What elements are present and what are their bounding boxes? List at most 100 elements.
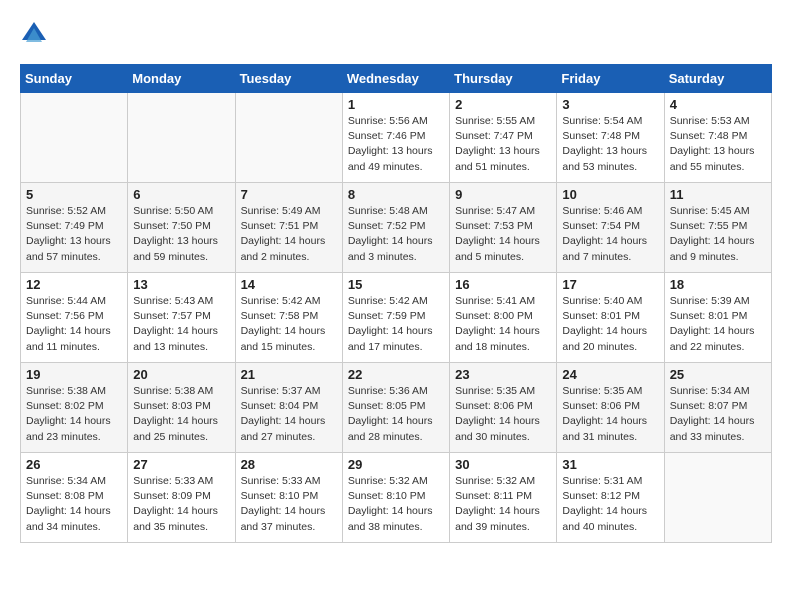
calendar-week-row: 12 Sunrise: 5:44 AMSunset: 7:56 PMDayligh… xyxy=(21,273,772,363)
calendar-day-cell: 25 Sunrise: 5:34 AMSunset: 8:07 PMDayligh… xyxy=(664,363,771,453)
day-number: 9 xyxy=(455,187,551,202)
calendar-day-cell: 6 Sunrise: 5:50 AMSunset: 7:50 PMDaylight… xyxy=(128,183,235,273)
calendar-day-cell: 17 Sunrise: 5:40 AMSunset: 8:01 PMDayligh… xyxy=(557,273,664,363)
day-number: 4 xyxy=(670,97,766,112)
day-number: 13 xyxy=(133,277,229,292)
day-number: 24 xyxy=(562,367,658,382)
day-number: 7 xyxy=(241,187,337,202)
day-number: 1 xyxy=(348,97,444,112)
calendar-day-cell: 10 Sunrise: 5:46 AMSunset: 7:54 PMDayligh… xyxy=(557,183,664,273)
day-number: 18 xyxy=(670,277,766,292)
logo xyxy=(20,20,52,48)
day-number: 10 xyxy=(562,187,658,202)
calendar-day-cell: 9 Sunrise: 5:47 AMSunset: 7:53 PMDaylight… xyxy=(450,183,557,273)
calendar-day-cell: 21Sunrise: 5:37 AMSunset: 8:04 PMDayligh… xyxy=(235,363,342,453)
day-info: Sunrise: 5:38 AMSunset: 8:03 PMDaylight:… xyxy=(133,384,229,445)
calendar-day-cell xyxy=(128,93,235,183)
calendar-day-cell xyxy=(21,93,128,183)
day-info: Sunrise: 5:52 AMSunset: 7:49 PMDaylight:… xyxy=(26,204,122,265)
calendar-day-cell: 19 Sunrise: 5:38 AMSunset: 8:02 PMDayligh… xyxy=(21,363,128,453)
day-info: Sunrise: 5:34 AMSunset: 8:07 PMDaylight:… xyxy=(670,384,766,445)
calendar-day-cell: 29Sunrise: 5:32 AMSunset: 8:10 PMDayligh… xyxy=(342,453,449,543)
calendar-day-cell: 14Sunrise: 5:42 AMSunset: 7:58 PMDayligh… xyxy=(235,273,342,363)
calendar-day-cell xyxy=(664,453,771,543)
day-header-friday: Friday xyxy=(557,65,664,93)
day-number: 20 xyxy=(133,367,229,382)
calendar-day-cell: 16 Sunrise: 5:41 AMSunset: 8:00 PMDayligh… xyxy=(450,273,557,363)
calendar-day-cell: 18 Sunrise: 5:39 AMSunset: 8:01 PMDayligh… xyxy=(664,273,771,363)
day-info: Sunrise: 5:41 AMSunset: 8:00 PMDaylight:… xyxy=(455,294,551,355)
day-number: 12 xyxy=(26,277,122,292)
day-number: 26 xyxy=(26,457,122,472)
calendar-day-cell: 15Sunrise: 5:42 AMSunset: 7:59 PMDayligh… xyxy=(342,273,449,363)
day-header-sunday: Sunday xyxy=(21,65,128,93)
day-info: Sunrise: 5:36 AMSunset: 8:05 PMDaylight:… xyxy=(348,384,444,445)
logo-icon xyxy=(20,20,48,48)
day-header-tuesday: Tuesday xyxy=(235,65,342,93)
day-number: 15 xyxy=(348,277,444,292)
calendar-day-cell: 1 Sunrise: 5:56 AMSunset: 7:46 PMDaylight… xyxy=(342,93,449,183)
day-info: Sunrise: 5:32 AMSunset: 8:10 PMDaylight:… xyxy=(348,474,444,535)
calendar-day-cell: 8 Sunrise: 5:48 AMSunset: 7:52 PMDaylight… xyxy=(342,183,449,273)
day-info: Sunrise: 5:47 AMSunset: 7:53 PMDaylight:… xyxy=(455,204,551,265)
calendar-day-cell: 4 Sunrise: 5:53 AMSunset: 7:48 PMDaylight… xyxy=(664,93,771,183)
day-info: Sunrise: 5:38 AMSunset: 8:02 PMDaylight:… xyxy=(26,384,122,445)
calendar-header-row: SundayMondayTuesdayWednesdayThursdayFrid… xyxy=(21,65,772,93)
day-info: Sunrise: 5:33 AMSunset: 8:10 PMDaylight:… xyxy=(241,474,337,535)
calendar-day-cell: 24 Sunrise: 5:35 AMSunset: 8:06 PMDayligh… xyxy=(557,363,664,453)
calendar-week-row: 26 Sunrise: 5:34 AMSunset: 8:08 PMDayligh… xyxy=(21,453,772,543)
day-number: 31 xyxy=(562,457,658,472)
day-info: Sunrise: 5:33 AMSunset: 8:09 PMDaylight:… xyxy=(133,474,229,535)
day-info: Sunrise: 5:56 AMSunset: 7:46 PMDaylight:… xyxy=(348,114,444,175)
day-info: Sunrise: 5:37 AMSunset: 8:04 PMDaylight:… xyxy=(241,384,337,445)
calendar-day-cell: 22 Sunrise: 5:36 AMSunset: 8:05 PMDayligh… xyxy=(342,363,449,453)
day-number: 23 xyxy=(455,367,551,382)
day-info: Sunrise: 5:42 AMSunset: 7:58 PMDaylight:… xyxy=(241,294,337,355)
day-number: 17 xyxy=(562,277,658,292)
day-info: Sunrise: 5:39 AMSunset: 8:01 PMDaylight:… xyxy=(670,294,766,355)
calendar-day-cell: 7 Sunrise: 5:49 AMSunset: 7:51 PMDaylight… xyxy=(235,183,342,273)
calendar-day-cell: 26 Sunrise: 5:34 AMSunset: 8:08 PMDayligh… xyxy=(21,453,128,543)
day-info: Sunrise: 5:49 AMSunset: 7:51 PMDaylight:… xyxy=(241,204,337,265)
day-info: Sunrise: 5:31 AMSunset: 8:12 PMDaylight:… xyxy=(562,474,658,535)
calendar-day-cell: 13 Sunrise: 5:43 AMSunset: 7:57 PMDayligh… xyxy=(128,273,235,363)
calendar-day-cell: 23Sunrise: 5:35 AMSunset: 8:06 PMDayligh… xyxy=(450,363,557,453)
calendar-table: SundayMondayTuesdayWednesdayThursdayFrid… xyxy=(20,64,772,543)
day-number: 22 xyxy=(348,367,444,382)
calendar-day-cell: 12 Sunrise: 5:44 AMSunset: 7:56 PMDayligh… xyxy=(21,273,128,363)
calendar-day-cell: 3Sunrise: 5:54 AMSunset: 7:48 PMDaylight… xyxy=(557,93,664,183)
day-info: Sunrise: 5:34 AMSunset: 8:08 PMDaylight:… xyxy=(26,474,122,535)
day-info: Sunrise: 5:35 AMSunset: 8:06 PMDaylight:… xyxy=(562,384,658,445)
page-header xyxy=(20,20,772,48)
day-info: Sunrise: 5:40 AMSunset: 8:01 PMDaylight:… xyxy=(562,294,658,355)
day-info: Sunrise: 5:55 AMSunset: 7:47 PMDaylight:… xyxy=(455,114,551,175)
day-number: 27 xyxy=(133,457,229,472)
day-header-thursday: Thursday xyxy=(450,65,557,93)
day-number: 8 xyxy=(348,187,444,202)
day-info: Sunrise: 5:53 AMSunset: 7:48 PMDaylight:… xyxy=(670,114,766,175)
day-info: Sunrise: 5:50 AMSunset: 7:50 PMDaylight:… xyxy=(133,204,229,265)
day-number: 19 xyxy=(26,367,122,382)
day-number: 30 xyxy=(455,457,551,472)
day-info: Sunrise: 5:48 AMSunset: 7:52 PMDaylight:… xyxy=(348,204,444,265)
day-info: Sunrise: 5:44 AMSunset: 7:56 PMDaylight:… xyxy=(26,294,122,355)
calendar-day-cell: 20 Sunrise: 5:38 AMSunset: 8:03 PMDayligh… xyxy=(128,363,235,453)
day-info: Sunrise: 5:46 AMSunset: 7:54 PMDaylight:… xyxy=(562,204,658,265)
day-number: 3 xyxy=(562,97,658,112)
day-number: 25 xyxy=(670,367,766,382)
day-header-monday: Monday xyxy=(128,65,235,93)
calendar-day-cell: 28 Sunrise: 5:33 AMSunset: 8:10 PMDayligh… xyxy=(235,453,342,543)
calendar-day-cell: 2Sunrise: 5:55 AMSunset: 7:47 PMDaylight… xyxy=(450,93,557,183)
day-number: 5 xyxy=(26,187,122,202)
calendar-week-row: 1 Sunrise: 5:56 AMSunset: 7:46 PMDaylight… xyxy=(21,93,772,183)
day-info: Sunrise: 5:32 AMSunset: 8:11 PMDaylight:… xyxy=(455,474,551,535)
day-number: 6 xyxy=(133,187,229,202)
calendar-day-cell: 11Sunrise: 5:45 AMSunset: 7:55 PMDayligh… xyxy=(664,183,771,273)
calendar-week-row: 19 Sunrise: 5:38 AMSunset: 8:02 PMDayligh… xyxy=(21,363,772,453)
day-number: 11 xyxy=(670,187,766,202)
calendar-day-cell: 27 Sunrise: 5:33 AMSunset: 8:09 PMDayligh… xyxy=(128,453,235,543)
day-info: Sunrise: 5:43 AMSunset: 7:57 PMDaylight:… xyxy=(133,294,229,355)
calendar-day-cell: 31 Sunrise: 5:31 AMSunset: 8:12 PMDayligh… xyxy=(557,453,664,543)
day-number: 28 xyxy=(241,457,337,472)
day-number: 16 xyxy=(455,277,551,292)
